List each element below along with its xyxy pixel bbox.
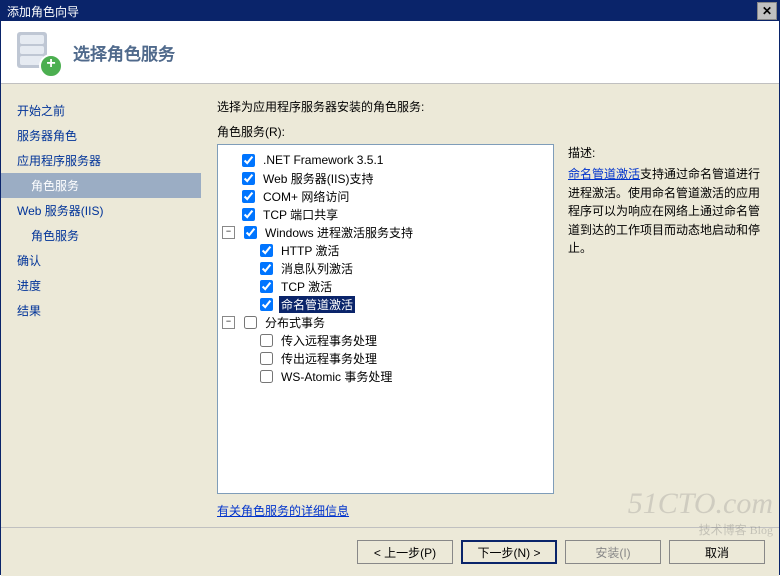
- collapse-icon[interactable]: −: [222, 226, 235, 239]
- tree-checkbox[interactable]: [242, 154, 255, 167]
- sidebar-step-7[interactable]: 进度: [1, 273, 201, 298]
- tree-item[interactable]: HTTP 激活: [240, 241, 549, 259]
- tree-checkbox[interactable]: [260, 370, 273, 383]
- page-title: 选择角色服务: [73, 40, 175, 65]
- tree-item[interactable]: Web 服务器(IIS)支持: [222, 169, 549, 187]
- role-services-tree[interactable]: .NET Framework 3.5.1 Web 服务器(IIS)支持COM+ 网…: [217, 144, 554, 494]
- tree-spacer: [240, 263, 251, 274]
- instruction-text: 选择为应用程序服务器安装的角色服务:: [217, 98, 763, 115]
- sidebar-step-0[interactable]: 开始之前: [1, 98, 201, 123]
- tree-checkbox[interactable]: [260, 298, 273, 311]
- tree-checkbox[interactable]: [260, 244, 273, 257]
- sidebar-step-3[interactable]: 角色服务: [1, 173, 201, 198]
- more-info-link[interactable]: 有关角色服务的详细信息: [217, 504, 349, 518]
- tree-spacer: [240, 335, 251, 346]
- install-button: 安装(I): [565, 540, 661, 564]
- tree-spacer: [240, 353, 251, 364]
- tree-item-label: 分布式事务: [263, 314, 327, 331]
- tree-checkbox[interactable]: [244, 316, 257, 329]
- tree-item[interactable]: 传入远程事务处理: [240, 331, 549, 349]
- tree-item-label: .NET Framework 3.5.1: [261, 153, 385, 167]
- tree-item[interactable]: − Windows 进程激活服务支持: [222, 223, 549, 241]
- wizard-header: + 选择角色服务: [1, 21, 779, 84]
- tree-item[interactable]: 传出远程事务处理: [240, 349, 549, 367]
- description-title: 描述:: [568, 144, 763, 161]
- tree-item[interactable]: TCP 激活: [240, 277, 549, 295]
- tree-item[interactable]: .NET Framework 3.5.1: [222, 151, 549, 169]
- tree-spacer: [222, 155, 233, 166]
- tree-item-label: 传出远程事务处理: [279, 350, 379, 367]
- tree-item[interactable]: WS-Atomic 事务处理: [240, 367, 549, 385]
- tree-item-label: 命名管道激活: [279, 296, 355, 313]
- titlebar: 添加角色向导 ✕: [1, 1, 779, 21]
- sidebar-step-8[interactable]: 结果: [1, 298, 201, 323]
- tree-item-label: TCP 端口共享: [261, 206, 340, 223]
- wizard-buttons: < 上一步(P) 下一步(N) > 安装(I) 取消: [1, 527, 779, 576]
- tree-item[interactable]: 消息队列激活: [240, 259, 549, 277]
- sidebar-step-6[interactable]: 确认: [1, 248, 201, 273]
- tree-item-label: HTTP 激活: [279, 242, 341, 259]
- tree-checkbox[interactable]: [260, 334, 273, 347]
- tree-checkbox[interactable]: [260, 262, 273, 275]
- tree-spacer: [240, 299, 251, 310]
- tree-checkbox[interactable]: [242, 172, 255, 185]
- wizard-steps-sidebar: 开始之前服务器角色应用程序服务器角色服务Web 服务器(IIS)角色服务确认进度…: [1, 84, 201, 527]
- tree-item-label: WS-Atomic 事务处理: [279, 368, 394, 385]
- tree-item-label: Web 服务器(IIS)支持: [261, 170, 375, 187]
- roles-label: 角色服务(R):: [217, 123, 763, 140]
- tree-item-label: 传入远程事务处理: [279, 332, 379, 349]
- description-panel: 描述: 命名管道激活支持通过命名管道进行进程激活。使用命名管道激活的应用程序可以…: [568, 144, 763, 494]
- tree-spacer: [240, 281, 251, 292]
- tree-spacer: [222, 191, 233, 202]
- tree-item-label: 消息队列激活: [279, 260, 355, 277]
- sidebar-step-1[interactable]: 服务器角色: [1, 123, 201, 148]
- tree-checkbox[interactable]: [242, 190, 255, 203]
- tree-spacer: [222, 173, 233, 184]
- server-plus-icon: +: [15, 30, 59, 74]
- tree-item-label: COM+ 网络访问: [261, 188, 351, 205]
- next-button[interactable]: 下一步(N) >: [461, 540, 557, 564]
- close-button[interactable]: ✕: [757, 2, 777, 20]
- close-icon: ✕: [762, 4, 772, 18]
- tree-item[interactable]: COM+ 网络访问: [222, 187, 549, 205]
- sidebar-step-2[interactable]: 应用程序服务器: [1, 148, 201, 173]
- tree-checkbox[interactable]: [260, 352, 273, 365]
- tree-item[interactable]: 命名管道激活: [240, 295, 549, 313]
- tree-spacer: [240, 245, 251, 256]
- tree-spacer: [222, 209, 233, 220]
- prev-button[interactable]: < 上一步(P): [357, 540, 453, 564]
- sidebar-step-4[interactable]: Web 服务器(IIS): [1, 198, 201, 223]
- tree-checkbox[interactable]: [260, 280, 273, 293]
- tree-spacer: [240, 371, 251, 382]
- sidebar-step-5[interactable]: 角色服务: [1, 223, 201, 248]
- tree-item-label: TCP 激活: [279, 278, 334, 295]
- tree-item[interactable]: − 分布式事务: [222, 313, 549, 331]
- tree-item-label: Windows 进程激活服务支持: [263, 224, 415, 241]
- cancel-button[interactable]: 取消: [669, 540, 765, 564]
- tree-checkbox[interactable]: [244, 226, 257, 239]
- window-title: 添加角色向导: [7, 3, 79, 20]
- tree-checkbox[interactable]: [242, 208, 255, 221]
- description-link[interactable]: 命名管道激活: [568, 167, 640, 181]
- collapse-icon[interactable]: −: [222, 316, 235, 329]
- tree-item[interactable]: TCP 端口共享: [222, 205, 549, 223]
